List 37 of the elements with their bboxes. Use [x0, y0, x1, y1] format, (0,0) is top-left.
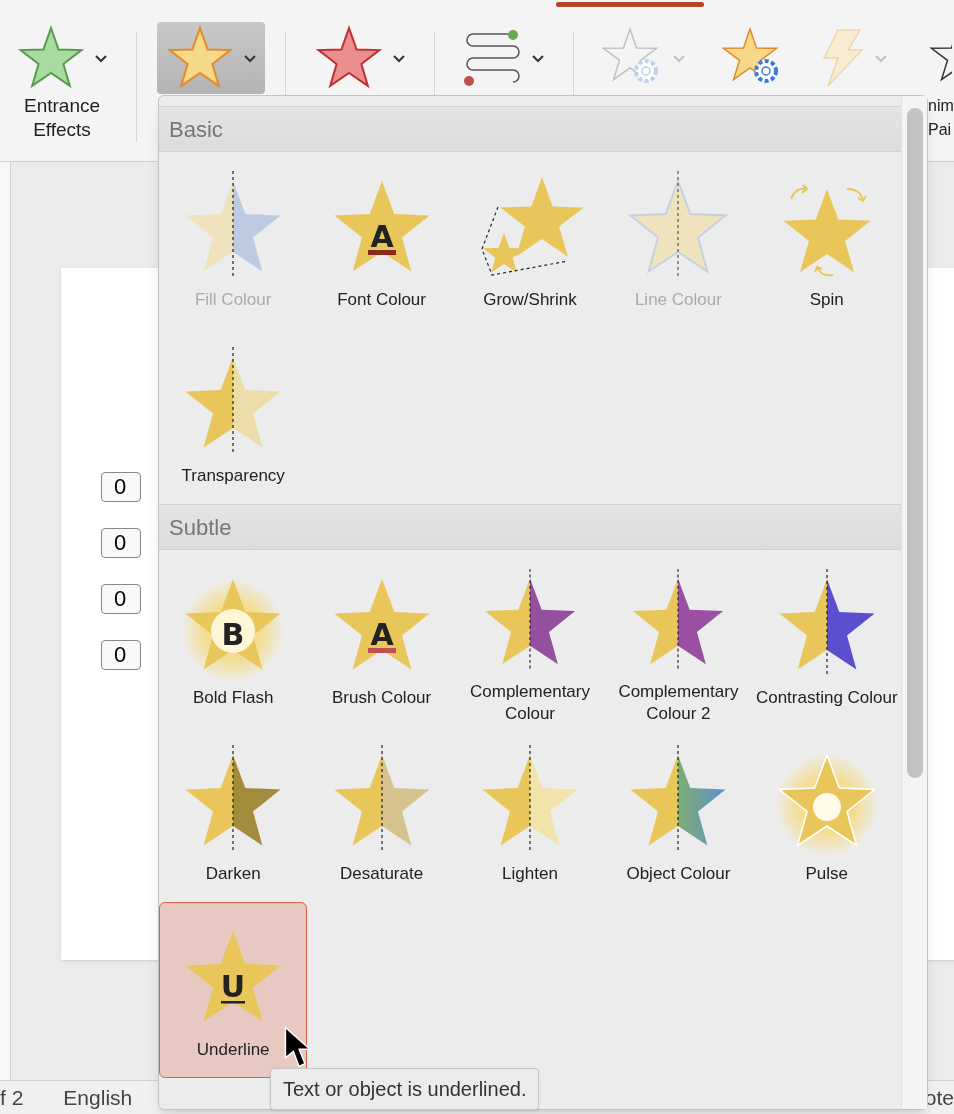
- effect-item[interactable]: A Brush Colour: [307, 550, 456, 726]
- status-text: f 2: [0, 1084, 24, 1111]
- path-icon: [463, 30, 523, 86]
- caret-icon: [392, 53, 406, 63]
- caret-icon: [94, 53, 108, 63]
- ribbon-label: nim: [928, 96, 954, 116]
- effect-item[interactable]: Pulse: [752, 726, 901, 902]
- caret-icon: [874, 53, 888, 63]
- section-title: Basic: [169, 115, 223, 144]
- number-tag: 0: [101, 528, 141, 558]
- effect-item[interactable]: A Font Colour: [307, 152, 456, 328]
- effect-item[interactable]: Complementary Colour: [455, 550, 605, 726]
- caret-icon: [531, 53, 545, 63]
- ribbon-label: Pai: [928, 120, 952, 140]
- number-tag: 0: [101, 472, 141, 502]
- tooltip: Text or object is underlined.: [270, 1068, 540, 1110]
- effect-item[interactable]: Transparency: [159, 328, 308, 504]
- number-tag: 0: [101, 640, 141, 670]
- effect-item[interactable]: Object Colour: [604, 726, 753, 902]
- effect-item[interactable]: Lighten: [455, 726, 605, 902]
- effect-item[interactable]: Contrasting Colour: [752, 550, 901, 726]
- effect-item[interactable]: Grow/Shrink: [455, 152, 605, 328]
- lightning-icon: [820, 28, 866, 88]
- number-tag: 0: [101, 584, 141, 614]
- ribbon-label: Effects: [33, 118, 91, 142]
- effect-item[interactable]: B Bold Flash: [159, 550, 308, 726]
- effect-item[interactable]: Darken: [159, 726, 308, 902]
- status-text: English: [63, 1084, 133, 1111]
- effect-item[interactable]: Spin: [752, 152, 901, 328]
- effect-item[interactable]: Desaturate: [307, 726, 456, 902]
- caret-icon: [243, 53, 257, 63]
- scroll-thumb[interactable]: [906, 108, 923, 778]
- effect-item[interactable]: Complementary Colour 2: [604, 550, 753, 726]
- section-title: Subtle: [169, 513, 232, 542]
- effect-item[interactable]: U Underline: [159, 902, 308, 1078]
- caret-icon: [672, 53, 686, 63]
- ribbon-label: Entrance: [23, 94, 100, 118]
